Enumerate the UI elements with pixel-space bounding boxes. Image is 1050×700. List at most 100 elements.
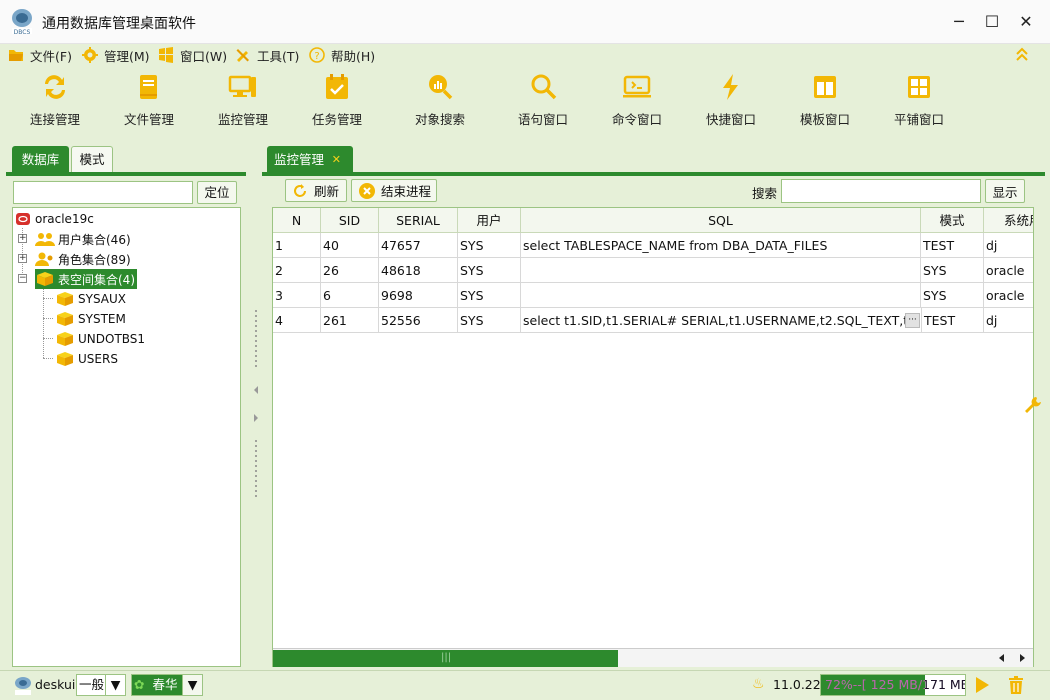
toolbar-command-button[interactable]: 命令窗口 [597,72,677,132]
toolbar-object-search-button[interactable]: 对象搜索 [400,72,480,132]
expand-toggle[interactable]: + [18,234,27,243]
tools-icon [236,49,249,62]
show-button[interactable]: 显示 [985,179,1025,203]
theme-select[interactable]: ✿ 春华 ▼ [131,674,203,696]
lightning-icon [723,74,738,100]
tree-node-tablespace[interactable]: SYSTEM [55,309,126,329]
toolbar-task-button[interactable]: 任务管理 [297,72,377,132]
tree-node-roles[interactable]: 角色集合(89) [35,249,131,269]
tree-search-input[interactable] [13,181,193,204]
toolbar-label: 任务管理 [311,112,362,127]
menu-tools[interactable]: 工具(T) [235,46,299,64]
folder-icon [9,50,23,61]
menu-manage[interactable]: 管理(M) [82,46,150,64]
minimize-button[interactable]: ─ [945,8,973,36]
maximize-button[interactable]: ☐ [978,8,1006,36]
column-header[interactable]: 模式 [921,208,984,233]
stop-icon [359,182,375,199]
table-row[interactable]: 1 40 47657 SYS select TABLESPACE_NAME fr… [273,233,1033,258]
cell-user: SYS [458,283,521,308]
column-header[interactable]: SID [321,208,379,233]
current-user: deskui [35,677,76,692]
windows-icon [159,47,173,63]
search-label: 搜索 [752,186,778,201]
tablespace-icon [57,332,73,346]
tab-schema[interactable]: 模式 [71,146,113,172]
column-header[interactable]: 用户 [458,208,521,233]
users-icon [35,233,55,246]
table-row[interactable]: 2 26 48618 SYS SYS oracle [273,258,1033,283]
refresh-button[interactable]: 刷新 [285,179,347,202]
terminal-icon [623,75,651,98]
tablespace-icon [37,272,53,286]
trash-icon[interactable] [1006,675,1026,695]
close-tab-icon[interactable]: ✕ [332,146,341,173]
memory-usage-text: 72%--[ 125 MB/171 MB ] [825,677,966,692]
locate-button[interactable]: 定位 [197,181,237,204]
menu-help[interactable]: ? 帮助(H) [309,46,375,64]
tree-node-label: UNDOTBS1 [78,332,146,346]
tree-node-tablespace[interactable]: UNDOTBS1 [55,329,145,349]
tree-node-label: SYSTEM [78,312,126,326]
table-row[interactable]: 4 261 52556 SYS select t1.SID,t1.SERIAL#… [273,308,1033,333]
app-logo: DBCS [12,9,32,36]
memory-usage-bar[interactable]: 72%--[ 125 MB/171 MB ] [820,674,966,696]
expand-cell-button[interactable]: ··· [905,313,920,328]
toolbar-label: 语句窗口 [517,112,568,127]
object-search-icon [429,75,453,100]
cell-sid: 40 [321,233,379,258]
cell-serial: 47657 [379,233,458,258]
toolbar-monitor-button[interactable]: 监控管理 [203,72,283,132]
cell-osuser: dj [986,238,998,253]
log-level-select[interactable]: 一般 ▼ [76,674,126,696]
help-icon: ? [309,47,325,63]
refresh-label: 刷新 [314,184,340,199]
play-icon[interactable] [972,675,992,695]
toolbar-template-button[interactable]: 模板窗口 [785,72,865,132]
column-header[interactable]: N [273,208,321,233]
toolbar-tile-button[interactable]: 平铺窗口 [879,72,959,132]
cell-schema: SYS [921,283,984,308]
cell-sid: 26 [321,258,379,283]
close-button[interactable]: ✕ [1012,8,1040,36]
expand-toggle[interactable]: + [18,254,27,263]
tree-node-tablespaces[interactable]: 表空间集合(4) [35,269,137,289]
table-row[interactable]: 3 6 9698 SYS SYS oracle [273,283,1033,308]
scroll-left-icon[interactable] [996,652,1008,664]
menu-file[interactable]: 文件(F) [8,46,72,64]
scroll-right-icon[interactable] [1016,652,1028,664]
tablespace-icon [57,312,73,326]
svg-text:DBCS: DBCS [14,29,31,36]
menu-window[interactable]: 窗口(W) [158,46,227,64]
toolbar-file-button[interactable]: 文件管理 [109,72,189,132]
tab-database[interactable]: 数据库 [12,146,69,172]
tree-node-label: 表空间集合(4) [58,272,135,287]
database-tree: oracle19c + 用户集合(46) + 角色集合(89) − 表空间集合(… [12,207,241,667]
tree-node-tablespace[interactable]: SYSAUX [55,289,126,309]
tree-node-users[interactable]: 用户集合(46) [35,229,131,249]
collapse-toolbar-icon[interactable] [1015,46,1029,62]
cell-serial: 9698 [379,283,458,308]
column-header[interactable]: SQL [521,208,921,233]
kill-process-button[interactable]: 结束进程 [351,179,437,202]
cell-osuser: oracle [986,263,1025,278]
toolbar-shortcut-button[interactable]: 快捷窗口 [691,72,771,132]
tree-node-root[interactable]: oracle19c [15,209,94,229]
tree-node-label: SYSAUX [78,292,126,306]
scrollbar-thumb[interactable]: ||| [273,650,618,667]
column-header[interactable]: SERIAL [379,208,458,233]
horizontal-scrollbar[interactable]: ||| [273,648,1033,667]
session-search-input[interactable] [781,179,981,203]
tab-monitor[interactable]: 监控管理 ✕ [267,146,353,173]
panel-splitter[interactable] [248,140,262,670]
column-header[interactable]: 系统用 [984,208,1033,233]
theme-value: 春华 [152,677,178,692]
window-title: 通用数据库管理桌面软件 [42,16,196,32]
toolbar-statement-button[interactable]: 语句窗口 [503,72,583,132]
tree-node-tablespace[interactable]: USERS [55,349,118,369]
collapse-toggle[interactable]: − [18,274,27,283]
tree-node-label: oracle19c [35,212,94,226]
tile-icon [908,76,930,98]
toolbar-connect-button[interactable]: 连接管理 [15,72,95,132]
wrench-icon[interactable] [1024,396,1042,414]
